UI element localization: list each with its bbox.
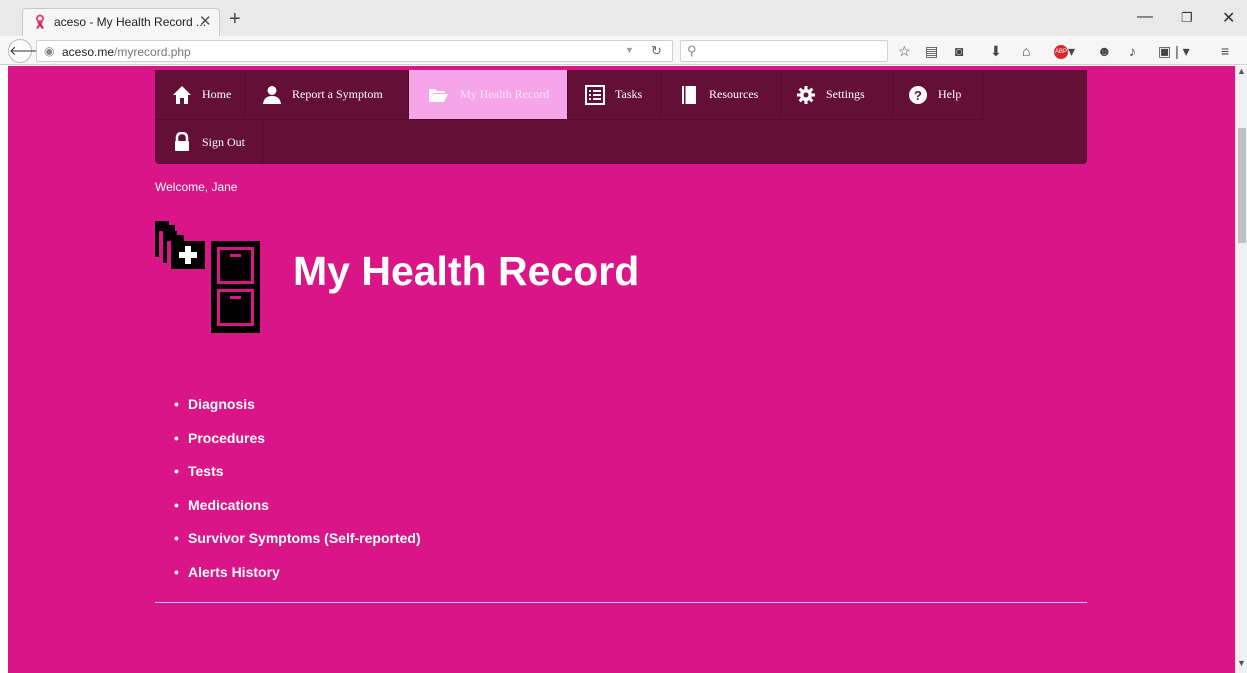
nav-item-report-symptom[interactable]: Report a Symptom (245, 70, 409, 120)
scroll-up-icon[interactable]: ▲ (1237, 66, 1246, 76)
health-record-header-icon (155, 221, 260, 333)
share-icon[interactable]: ♪ (1129, 43, 1136, 59)
main-navigation: Home Report a Symptom My Health Record T… (155, 70, 1087, 164)
tab-title: aceso - My Health Record ... (54, 15, 207, 29)
bullet-icon: • (174, 563, 179, 580)
reading-list-icon[interactable]: ▤ (925, 43, 938, 60)
nav-label: My Health Record (460, 87, 550, 101)
record-link-label: Procedures (188, 429, 266, 446)
search-icon: ⚲ (687, 43, 697, 58)
welcome-message: Welcome, Jane (155, 180, 238, 194)
page-content: Home Report a Symptom My Health Record T… (8, 66, 1235, 673)
page-title: My Health Record (293, 248, 640, 294)
site-info-icon[interactable]: ◉ (44, 44, 54, 58)
nav-label: Settings (826, 87, 865, 101)
nav-item-tasks[interactable]: Tasks (568, 70, 661, 120)
browser-tab-bar: aceso - My Health Record ... ✕ + — ❐ ✕ (0, 0, 1247, 36)
url-host: aceso.me (62, 45, 115, 59)
search-input[interactable]: ⚲ (680, 40, 888, 62)
new-tab-button[interactable]: + (229, 8, 241, 31)
pocket-icon[interactable]: ◙ (955, 43, 963, 59)
record-link-diagnosis[interactable]: • Diagnosis (174, 396, 421, 430)
bullet-icon: • (174, 463, 179, 479)
bookmark-star-icon[interactable]: ☆ (898, 43, 911, 60)
url-bar[interactable]: ◉ aceso.me/myrecord.php ▼ ↻ (36, 40, 673, 62)
nav-label: Report a Symptom (292, 87, 383, 101)
minimize-icon[interactable]: — (1137, 8, 1153, 26)
bullet-icon: • (174, 496, 179, 513)
nav-item-settings[interactable]: Settings (781, 70, 893, 120)
page-left-gutter (0, 66, 8, 673)
bullet-icon: • (174, 530, 179, 546)
scrollbar-thumb[interactable] (1238, 128, 1246, 243)
nav-label: Help (938, 87, 962, 101)
nav-label: Resources (709, 87, 759, 101)
folder-open-icon (429, 88, 448, 102)
home-icon (173, 85, 191, 104)
nav-label: Sign Out (202, 134, 246, 149)
content-divider (155, 602, 1087, 603)
lock-icon (175, 132, 189, 151)
record-link-label: Survivor Symptoms (Self-reported) (188, 530, 421, 546)
nav-item-my-health-record[interactable]: My Health Record (409, 70, 568, 120)
nav-item-resources[interactable]: Resources (661, 70, 781, 120)
ribbon-favicon-icon (36, 14, 44, 29)
nav-label: Home (202, 87, 232, 101)
close-icon[interactable]: ✕ (1222, 8, 1235, 28)
help-icon: ? (909, 85, 927, 104)
screenshot-icon[interactable]: ▣ | ▾ (1158, 43, 1190, 60)
list-icon (585, 84, 605, 105)
record-link-survivor-symptoms[interactable]: • Survivor Symptoms (Self-reported) (174, 530, 421, 564)
bullet-icon: • (174, 396, 179, 412)
record-link-medications[interactable]: • Medications (174, 497, 421, 531)
browser-nav-bar: 🡐 ◉ aceso.me/myrecord.php ▼ ↻ ⚲ ☆ ▤ ◙ ⬇ … (0, 36, 1247, 65)
url-path: /myrecord.php (114, 45, 191, 59)
nav-item-home[interactable]: Home (155, 70, 245, 120)
adblock-icon[interactable]: ABP▾ (1054, 43, 1075, 60)
nav-label: Tasks (615, 87, 643, 101)
chat-icon[interactable]: ☻ (1097, 43, 1112, 59)
vertical-scrollbar[interactable]: ▲ ▼ (1235, 66, 1247, 673)
menu-icon[interactable]: ≡ (1221, 43, 1229, 59)
nav-item-sign-out[interactable]: Sign Out (155, 120, 263, 164)
back-button[interactable]: 🡐 (8, 39, 44, 63)
tab-close-icon[interactable]: ✕ (199, 12, 212, 30)
record-link-tests[interactable]: • Tests (174, 463, 421, 497)
medical-folder-icon (155, 221, 205, 269)
user-icon (263, 85, 281, 104)
gear-icon (797, 85, 815, 104)
bullet-icon: • (174, 429, 179, 446)
restore-icon[interactable]: ❐ (1181, 10, 1193, 26)
scroll-down-icon[interactable]: ▼ (1237, 658, 1246, 668)
book-icon (682, 85, 696, 104)
record-link-alerts-history[interactable]: • Alerts History (174, 564, 421, 598)
svg-text:?: ? (914, 88, 922, 103)
record-links-list: • Diagnosis • Procedures • Tests • Medicatio… (174, 396, 421, 597)
record-link-label: Tests (188, 463, 224, 479)
record-link-label: Medications (188, 496, 269, 513)
record-link-label: Diagnosis (188, 396, 255, 412)
record-link-procedures[interactable]: • Procedures (174, 430, 421, 464)
download-icon[interactable]: ⬇ (990, 43, 1002, 60)
home-icon[interactable]: ⌂ (1022, 43, 1030, 59)
nav-item-help[interactable]: ? Help (893, 70, 983, 120)
filing-cabinet-icon (211, 241, 260, 333)
reload-icon[interactable]: ↻ (651, 43, 662, 59)
browser-tab[interactable]: aceso - My Health Record ... ✕ (22, 8, 220, 36)
url-dropdown-icon[interactable]: ▼ (625, 45, 634, 55)
record-link-label: Alerts History (188, 563, 280, 580)
